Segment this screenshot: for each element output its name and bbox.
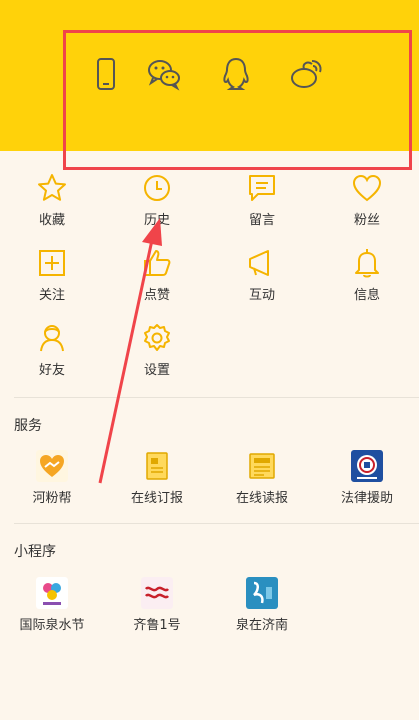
- service-item-read-online[interactable]: 在线读报: [222, 450, 302, 506]
- menu-item-favorites[interactable]: 收藏: [12, 172, 92, 228]
- service-item-label: 河粉帮: [32, 491, 72, 506]
- star-icon: [38, 174, 66, 201]
- menu-item-label: 好友: [38, 363, 65, 378]
- menu-item-label: 历史: [143, 213, 170, 228]
- mini-program-label: 齐鲁1号: [133, 618, 181, 633]
- friend-icon: [40, 325, 64, 352]
- thumbs-up-icon: [144, 250, 171, 276]
- heart-hand-icon: [36, 450, 68, 482]
- mini-programs-title: 小程序: [14, 544, 56, 560]
- menu-item-notifications[interactable]: 信息: [327, 247, 407, 303]
- menu-item-label: 信息: [353, 288, 380, 303]
- menu-item-label: 关注: [38, 288, 65, 303]
- message-icon: [249, 175, 275, 201]
- mini-program-spring-festival[interactable]: 国际泉水节: [12, 577, 92, 633]
- menu-item-interaction[interactable]: 互动: [222, 247, 302, 303]
- menu-item-friends[interactable]: 好友: [12, 322, 92, 378]
- service-item-label: 在线订报: [130, 491, 183, 506]
- services-title: 服务: [14, 418, 42, 434]
- megaphone-icon: [249, 250, 269, 276]
- bell-icon: [355, 249, 379, 278]
- service-item-label: 在线读报: [235, 491, 288, 506]
- qilu-icon: [141, 577, 173, 609]
- legal-aid-icon: [351, 450, 383, 482]
- menu-item-label: 收藏: [38, 213, 65, 228]
- annotation-highlight-box: [63, 30, 412, 170]
- section-divider: [14, 523, 419, 524]
- menu-item-label: 设置: [143, 363, 170, 378]
- section-divider: [14, 397, 419, 398]
- service-item-legal-aid[interactable]: 法律援助: [327, 450, 407, 506]
- plus-square-icon: [39, 250, 65, 276]
- heart-icon: [352, 174, 382, 202]
- menu-item-messages[interactable]: 留言: [222, 172, 302, 228]
- mini-program-quan-jinan[interactable]: 泉在济南: [222, 577, 302, 633]
- menu-item-label: 粉丝: [353, 213, 380, 228]
- quan-jinan-icon: [246, 577, 278, 609]
- menu-item-follow[interactable]: 关注: [12, 247, 92, 303]
- service-item-hefenbang[interactable]: 河粉帮: [12, 450, 92, 506]
- service-item-subscribe[interactable]: 在线订报: [117, 450, 197, 506]
- gear-icon: [144, 324, 170, 351]
- spring-festival-icon: [36, 577, 68, 609]
- menu-item-label: 互动: [248, 288, 275, 303]
- mini-program-label: 国际泉水节: [19, 618, 85, 633]
- reader-icon: [249, 453, 275, 479]
- menu-item-label: 留言: [248, 213, 275, 228]
- clock-icon: [144, 175, 170, 201]
- newspaper-icon: [146, 452, 168, 480]
- menu-item-history[interactable]: 历史: [117, 172, 197, 228]
- menu-item-label: 点赞: [143, 288, 170, 303]
- mini-program-label: 泉在济南: [235, 618, 288, 633]
- menu-item-settings[interactable]: 设置: [117, 322, 197, 378]
- menu-item-likes[interactable]: 点赞: [117, 247, 197, 303]
- menu-item-fans[interactable]: 粉丝: [327, 172, 407, 228]
- mini-program-qilu[interactable]: 齐鲁1号: [117, 577, 197, 633]
- service-item-label: 法律援助: [340, 491, 393, 506]
